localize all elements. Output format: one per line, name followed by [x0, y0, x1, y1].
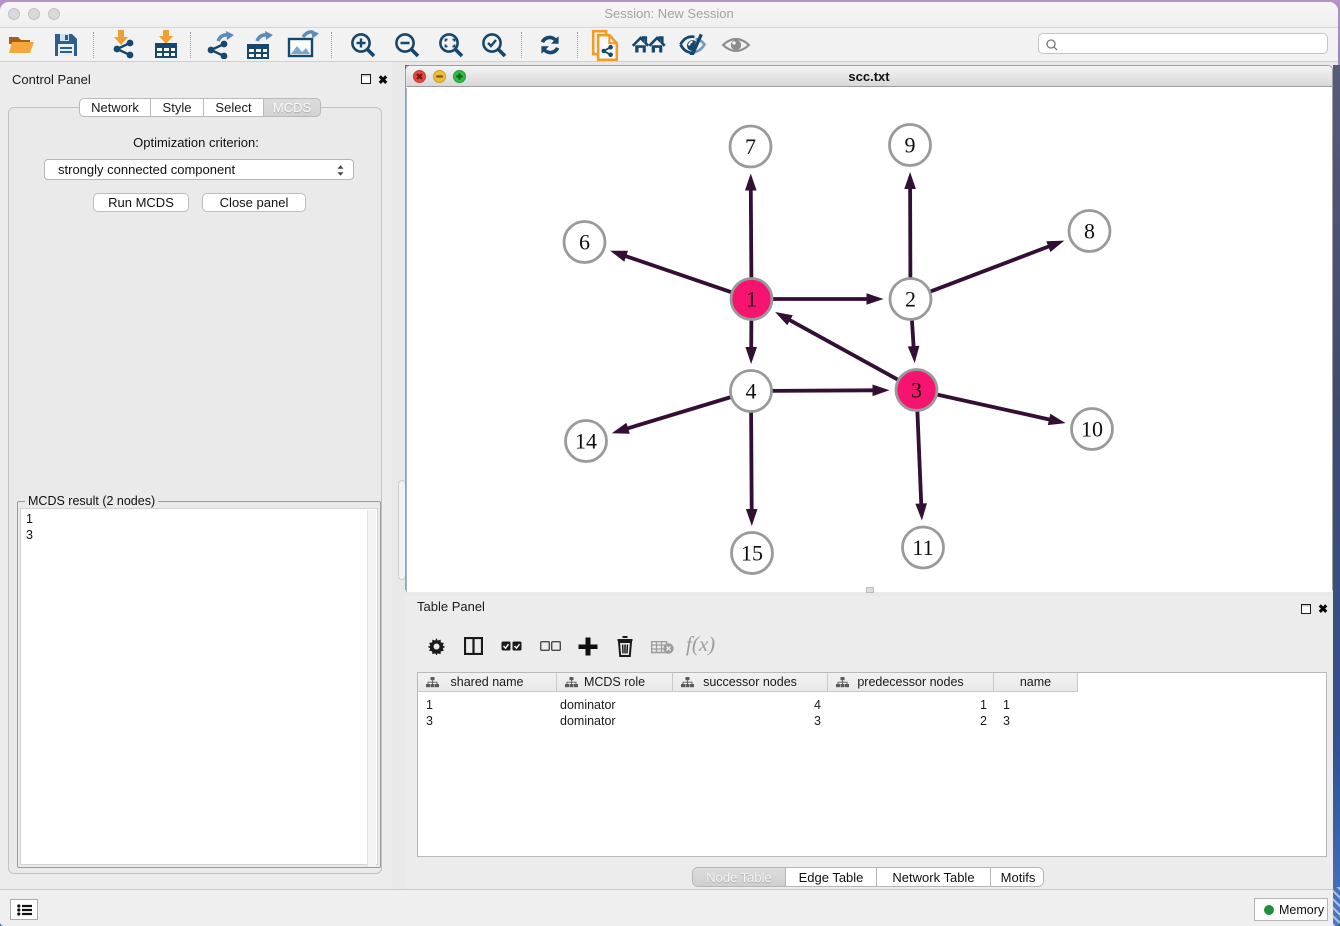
svg-text:8: 8	[1084, 219, 1095, 244]
svg-text:1: 1	[746, 287, 757, 312]
svg-text:4: 4	[746, 379, 757, 404]
svg-text:7: 7	[745, 134, 756, 159]
svg-text:3: 3	[911, 378, 922, 403]
svg-text:9: 9	[905, 133, 916, 158]
svg-text:11: 11	[912, 535, 933, 560]
svg-text:10: 10	[1081, 417, 1103, 442]
svg-text:6: 6	[579, 230, 590, 255]
svg-text:14: 14	[575, 429, 597, 454]
svg-text:15: 15	[741, 541, 763, 566]
svg-text:2: 2	[905, 287, 916, 312]
